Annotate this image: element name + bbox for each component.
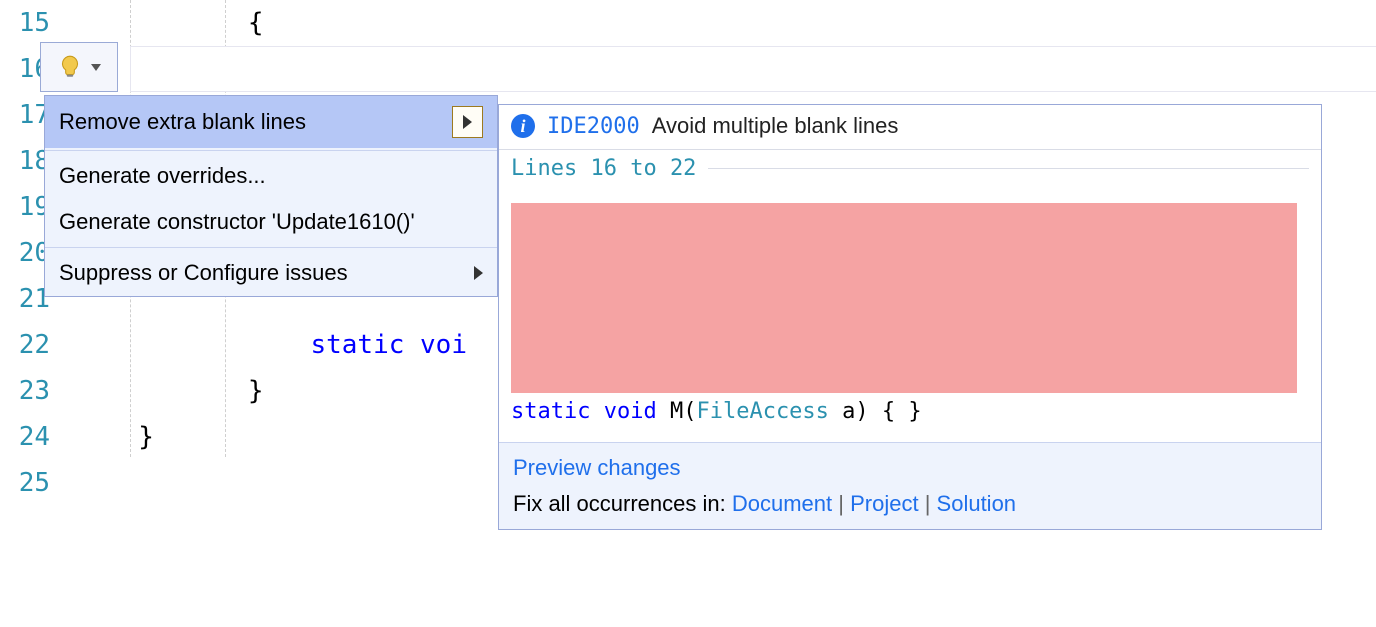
line-number: 22 (0, 322, 50, 368)
quick-action-generate-constructor[interactable]: Generate constructor 'Update1610()' (45, 199, 497, 245)
quick-actions-menu: Remove extra blank lines Generate overri… (44, 95, 498, 297)
lightbulb-icon (57, 54, 83, 80)
menu-item-label: Suppress or Configure issues (59, 260, 348, 286)
diff-area: static void M(FileAccess a) { } (499, 185, 1321, 442)
preview-footer: Preview changes Fix all occurrences in: … (499, 442, 1321, 529)
brace: { (248, 8, 264, 38)
keyword: voi (420, 330, 467, 360)
line-number: 21 (0, 276, 50, 322)
line-number: 23 (0, 368, 50, 414)
line-number: 24 (0, 414, 50, 460)
separator: | (925, 491, 937, 516)
code-text (60, 8, 248, 38)
preview-range-label: Lines 16 to 22 (499, 150, 1321, 185)
info-icon: i (511, 114, 535, 138)
line-number: 25 (0, 460, 50, 506)
menu-item-label: Generate constructor 'Update1610()' (59, 209, 415, 235)
keyword: static (310, 330, 420, 360)
menu-item-label: Generate overrides... (59, 163, 266, 189)
quick-action-generate-overrides[interactable]: Generate overrides... (45, 153, 497, 199)
diagnostic-id[interactable]: IDE2000 (547, 114, 640, 139)
preview-header: i IDE2000 Avoid multiple blank lines (499, 105, 1321, 150)
range-text: Lines 16 to 22 (511, 156, 696, 181)
submenu-arrow-icon (452, 106, 483, 138)
fix-solution-link[interactable]: Solution (937, 491, 1017, 516)
line-number: 18 (0, 138, 50, 184)
quick-action-suppress-configure[interactable]: Suppress or Configure issues (45, 250, 497, 296)
menu-separator (45, 150, 497, 151)
line-number: 15 (0, 0, 50, 46)
menu-item-label: Remove extra blank lines (59, 109, 306, 135)
diff-removed-block (511, 203, 1297, 393)
separator: | (838, 491, 850, 516)
line-number: 20 (0, 230, 50, 276)
line-number: 19 (0, 184, 50, 230)
preview-changes-link[interactable]: Preview changes (513, 455, 681, 480)
quick-actions-bulb-button[interactable] (40, 42, 118, 92)
menu-separator (45, 247, 497, 248)
dropdown-caret-icon (91, 64, 101, 71)
code-text (60, 376, 248, 406)
quick-action-remove-blank-lines[interactable]: Remove extra blank lines (45, 96, 497, 148)
diagnostic-description: Avoid multiple blank lines (652, 113, 899, 139)
fix-document-link[interactable]: Document (732, 491, 832, 516)
code-fix-preview-panel: i IDE2000 Avoid multiple blank lines Lin… (498, 104, 1322, 530)
code-text (60, 330, 310, 360)
current-line-highlight (130, 46, 1376, 92)
divider (708, 168, 1309, 169)
diff-result-line: static void M(FileAccess a) { } (511, 399, 1309, 424)
submenu-arrow-icon (474, 266, 483, 280)
line-number: 17 (0, 92, 50, 138)
fix-project-link[interactable]: Project (850, 491, 918, 516)
code-text (60, 422, 138, 452)
brace: } (248, 376, 264, 406)
fix-all-label: Fix all occurrences in: (513, 491, 732, 516)
brace: } (138, 422, 154, 452)
